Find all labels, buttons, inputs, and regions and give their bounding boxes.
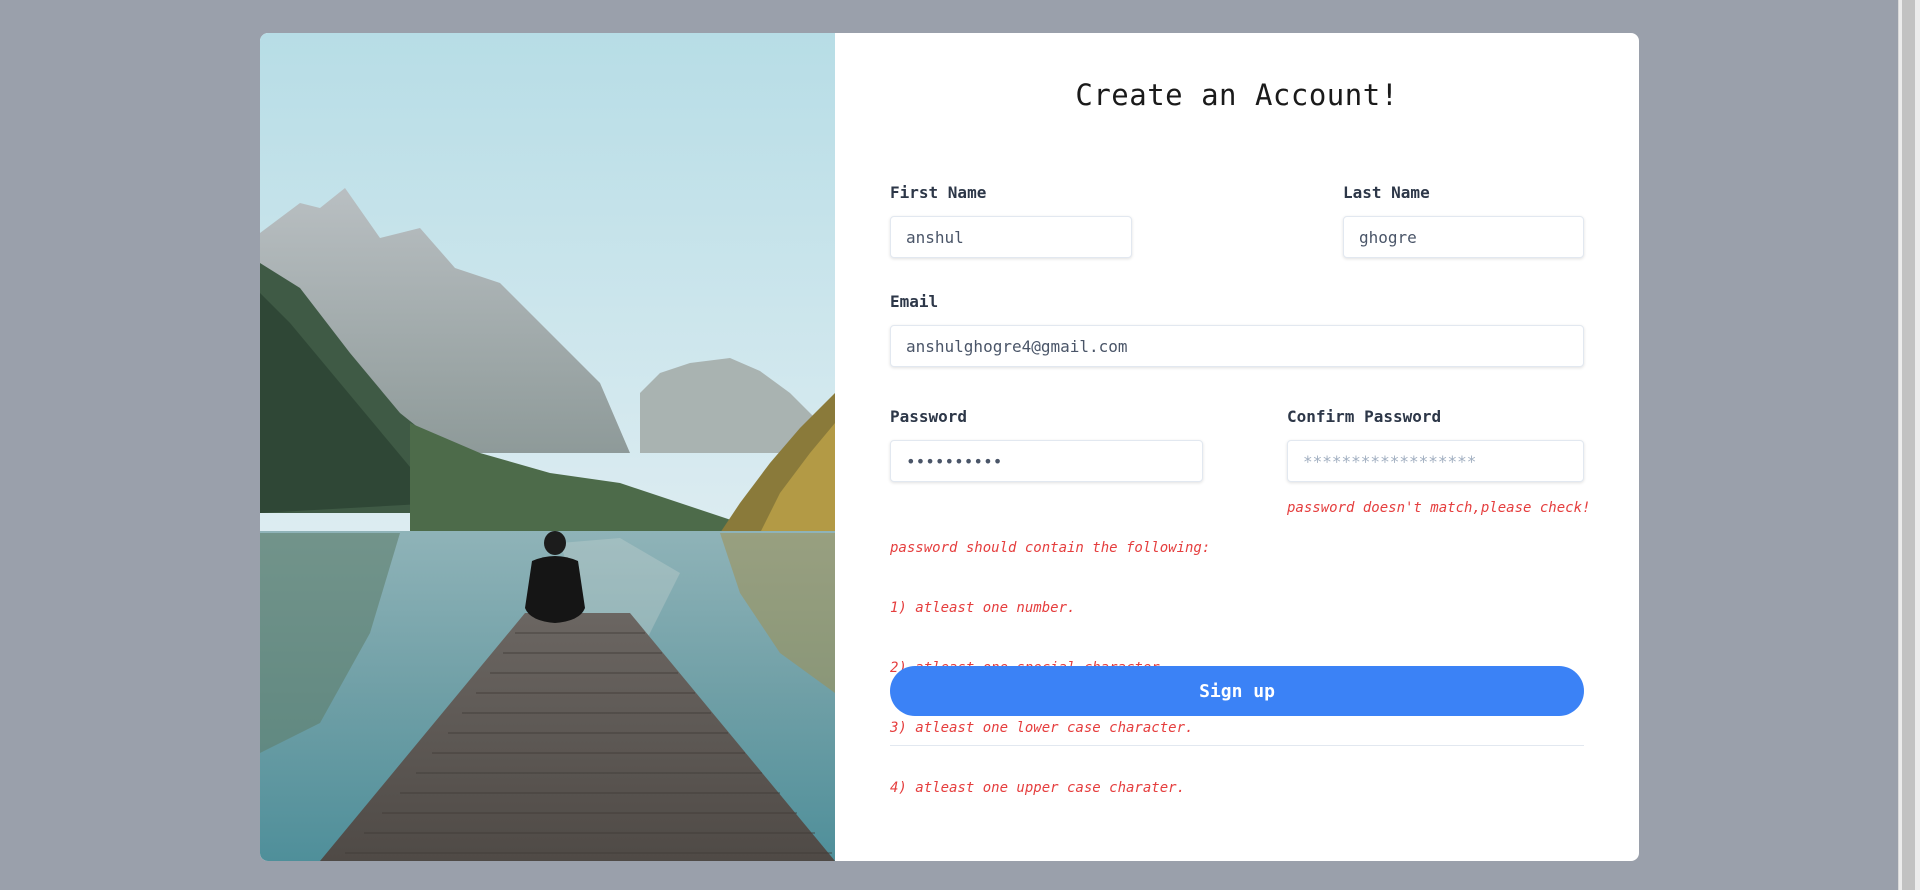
email-field[interactable] bbox=[890, 325, 1584, 367]
last-name-field[interactable] bbox=[1343, 216, 1584, 258]
password-label: Password bbox=[890, 407, 968, 426]
confirm-password-field[interactable] bbox=[1287, 440, 1584, 482]
signup-form: Create an Account! First Name Last Name … bbox=[835, 33, 1639, 861]
first-name-label: First Name bbox=[890, 183, 987, 202]
page-title: Create an Account! bbox=[1075, 78, 1399, 112]
signup-card: Create an Account! First Name Last Name … bbox=[260, 33, 1639, 861]
first-name-field[interactable] bbox=[890, 216, 1132, 258]
form-divider bbox=[890, 745, 1584, 746]
email-label: Email bbox=[890, 292, 939, 311]
signup-button[interactable]: Sign up bbox=[890, 666, 1584, 716]
mountain-lake-illustration bbox=[260, 33, 835, 861]
hero-image bbox=[260, 33, 835, 861]
confirm-password-label: Confirm Password bbox=[1287, 407, 1442, 426]
last-name-label: Last Name bbox=[1343, 183, 1430, 202]
password-error-line: 4) atleast one upper case charater. bbox=[890, 780, 1186, 796]
password-error-line: password should contain the following: bbox=[890, 540, 1211, 556]
password-error-line: 3) atleast one lower case character. bbox=[890, 720, 1194, 736]
page-scrollbar-thumb[interactable] bbox=[1902, 0, 1915, 890]
confirm-password-error: password doesn't match,please check! bbox=[1287, 500, 1591, 516]
password-error-line: 1) atleast one number. bbox=[890, 600, 1076, 616]
password-field[interactable] bbox=[890, 440, 1203, 482]
